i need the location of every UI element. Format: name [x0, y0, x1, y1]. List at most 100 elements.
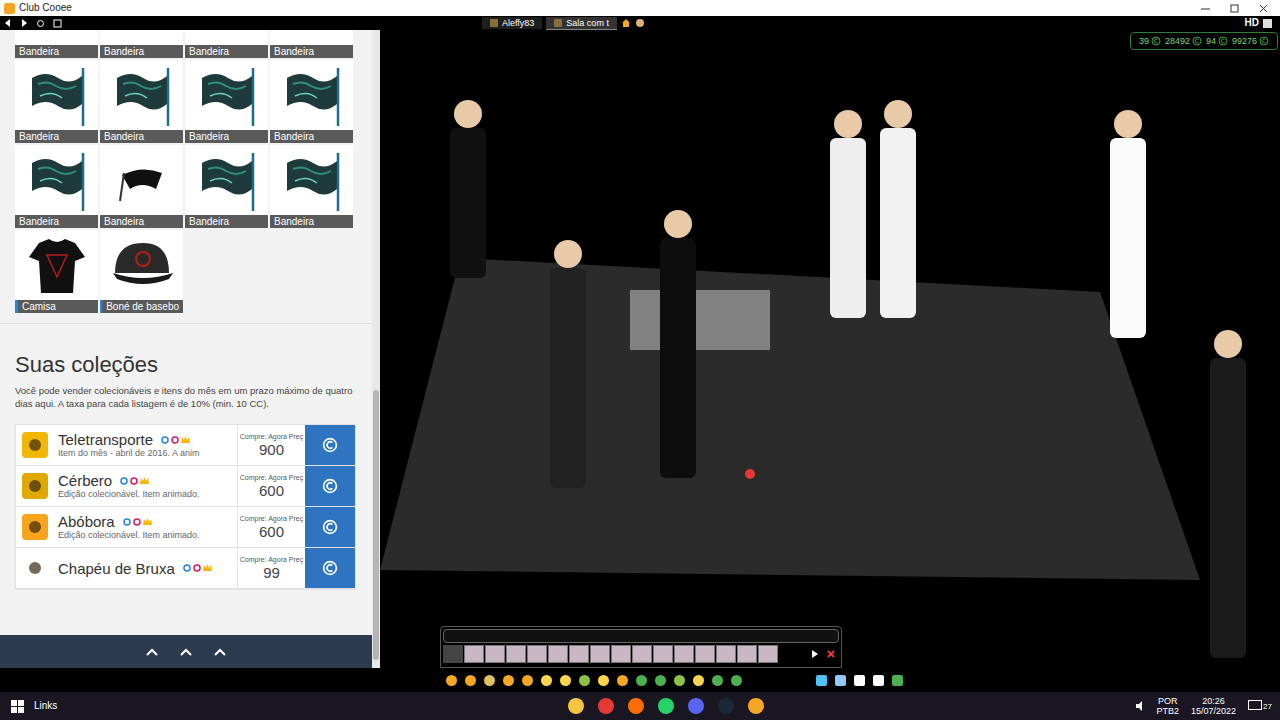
buy-button[interactable] — [305, 548, 355, 588]
scrollbar[interactable] — [372, 30, 380, 668]
inventory-item[interactable]: Bandeira — [15, 60, 98, 143]
refresh-icon[interactable] — [36, 19, 45, 28]
app-icon[interactable] — [597, 697, 615, 715]
toolbar-icon[interactable] — [559, 674, 572, 687]
inventory-item[interactable]: Camisa — [15, 230, 98, 313]
inventory-item[interactable]: Bandeira — [15, 145, 98, 228]
toolbar-icon[interactable] — [578, 674, 591, 687]
avatar-thumb[interactable] — [464, 645, 484, 663]
app-icon[interactable] — [687, 697, 705, 715]
settings-icon[interactable] — [1263, 19, 1272, 28]
buy-button[interactable] — [305, 466, 355, 506]
avatar-thumb[interactable] — [611, 645, 631, 663]
app-icon[interactable] — [567, 697, 585, 715]
item-label: Bandeira — [100, 215, 183, 228]
collection-row[interactable]: AbóboraEdição colecionável. Item animado… — [16, 507, 355, 548]
game-view[interactable]: 39284929499276 — [380, 30, 1280, 668]
item-label: Bandeira — [15, 45, 98, 58]
app-icon[interactable] — [627, 697, 645, 715]
chat-input[interactable] — [443, 629, 839, 643]
item-icon — [22, 473, 48, 499]
menu-icon[interactable] — [53, 19, 62, 28]
chevron-up-icon[interactable] — [179, 647, 193, 657]
toolbar-icon[interactable] — [730, 674, 743, 687]
avatar-thumb[interactable] — [569, 645, 589, 663]
toolbar-icon[interactable] — [464, 674, 477, 687]
gender-icon — [123, 518, 131, 526]
toolbar-icon[interactable] — [872, 674, 885, 687]
inventory-item[interactable]: Bandeira — [185, 60, 268, 143]
inventory-item[interactable]: Boné de basebo — [100, 230, 183, 313]
inventory-item[interactable]: Bandeira — [270, 145, 353, 228]
avatar-thumb[interactable] — [716, 645, 736, 663]
coin-icon — [322, 437, 338, 453]
maximize-icon[interactable] — [1230, 4, 1239, 13]
notification-icon — [1248, 700, 1262, 712]
avatar-thumb[interactable] — [674, 645, 694, 663]
avatar-thumb[interactable] — [590, 645, 610, 663]
chat-bar — [440, 626, 842, 668]
toolbar-icon[interactable] — [853, 674, 866, 687]
avatar-thumb[interactable] — [548, 645, 568, 663]
close-icon[interactable] — [827, 650, 835, 658]
flag-icon — [277, 60, 347, 130]
back-icon[interactable] — [4, 19, 12, 27]
inventory-item[interactable]: Bandeira — [185, 145, 268, 228]
buy-button[interactable] — [305, 507, 355, 547]
inventory-item[interactable]: Bandeira — [270, 60, 353, 143]
hand-icon[interactable] — [635, 18, 645, 28]
chevron-up-icon[interactable] — [145, 647, 159, 657]
avatar-thumb[interactable] — [506, 645, 526, 663]
toolbar-icon[interactable] — [616, 674, 629, 687]
home-icon[interactable] — [621, 18, 631, 28]
avatar-thumb[interactable] — [527, 645, 547, 663]
inventory-item[interactable]: Bandeira — [100, 60, 183, 143]
taskbar-links[interactable]: Links — [34, 700, 57, 712]
avatar-thumb[interactable] — [632, 645, 652, 663]
avatar-thumb[interactable] — [485, 645, 505, 663]
cap-icon — [107, 235, 177, 295]
toolbar-icon[interactable] — [891, 674, 904, 687]
inventory-item[interactable]: Bandeira — [270, 30, 353, 58]
toolbar-icon[interactable] — [654, 674, 667, 687]
app-icon[interactable] — [657, 697, 675, 715]
collection-row[interactable]: Chapéu de BruxaCompre: Agora Preç99 — [16, 548, 355, 589]
toolbar-icon[interactable] — [521, 674, 534, 687]
avatar-thumb[interactable] — [653, 645, 673, 663]
toolbar-icon[interactable] — [673, 674, 686, 687]
minimize-icon[interactable] — [1201, 4, 1210, 13]
forward-icon[interactable] — [20, 19, 28, 27]
collection-row[interactable]: TeletransporteItem do mês - abril de 201… — [16, 425, 355, 466]
toolbar-icon[interactable] — [711, 674, 724, 687]
inventory-item[interactable]: Bandeira — [100, 145, 183, 228]
toolbar-icon[interactable] — [597, 674, 610, 687]
avatar-thumb[interactable] — [737, 645, 757, 663]
game-scene[interactable] — [380, 30, 1280, 668]
toolbar-icon[interactable] — [445, 674, 458, 687]
toolbar-icon[interactable] — [692, 674, 705, 687]
collection-row[interactable]: CérberoEdição colecionável. Item animado… — [16, 466, 355, 507]
toolbar-icon[interactable] — [635, 674, 648, 687]
app-icon[interactable] — [717, 697, 735, 715]
volume-icon[interactable] — [1135, 701, 1145, 711]
inventory-item[interactable]: Bandeira — [185, 30, 268, 58]
chevron-up-icon[interactable] — [213, 647, 227, 657]
flag-icon — [107, 60, 177, 130]
avatar-thumb[interactable] — [758, 645, 778, 663]
inventory-item[interactable]: Bandeira — [100, 30, 183, 58]
toolbar-icon[interactable] — [540, 674, 553, 687]
toolbar-icon[interactable] — [815, 674, 828, 687]
buy-button[interactable] — [305, 425, 355, 465]
toolbar-icon[interactable] — [834, 674, 847, 687]
app-icon[interactable] — [747, 697, 765, 715]
toolbar-icon[interactable] — [483, 674, 496, 687]
next-icon[interactable] — [811, 650, 819, 658]
toolbar-icon[interactable] — [502, 674, 515, 687]
room-tab[interactable]: Aleffy83 — [482, 17, 542, 29]
avatar-thumb[interactable] — [695, 645, 715, 663]
notifications[interactable]: 27 — [1248, 700, 1272, 712]
room-tab[interactable]: Sala com t — [546, 17, 617, 30]
windows-icon[interactable] — [11, 700, 24, 713]
inventory-item[interactable]: Bandeira — [15, 30, 98, 58]
close-icon[interactable] — [1259, 4, 1268, 13]
